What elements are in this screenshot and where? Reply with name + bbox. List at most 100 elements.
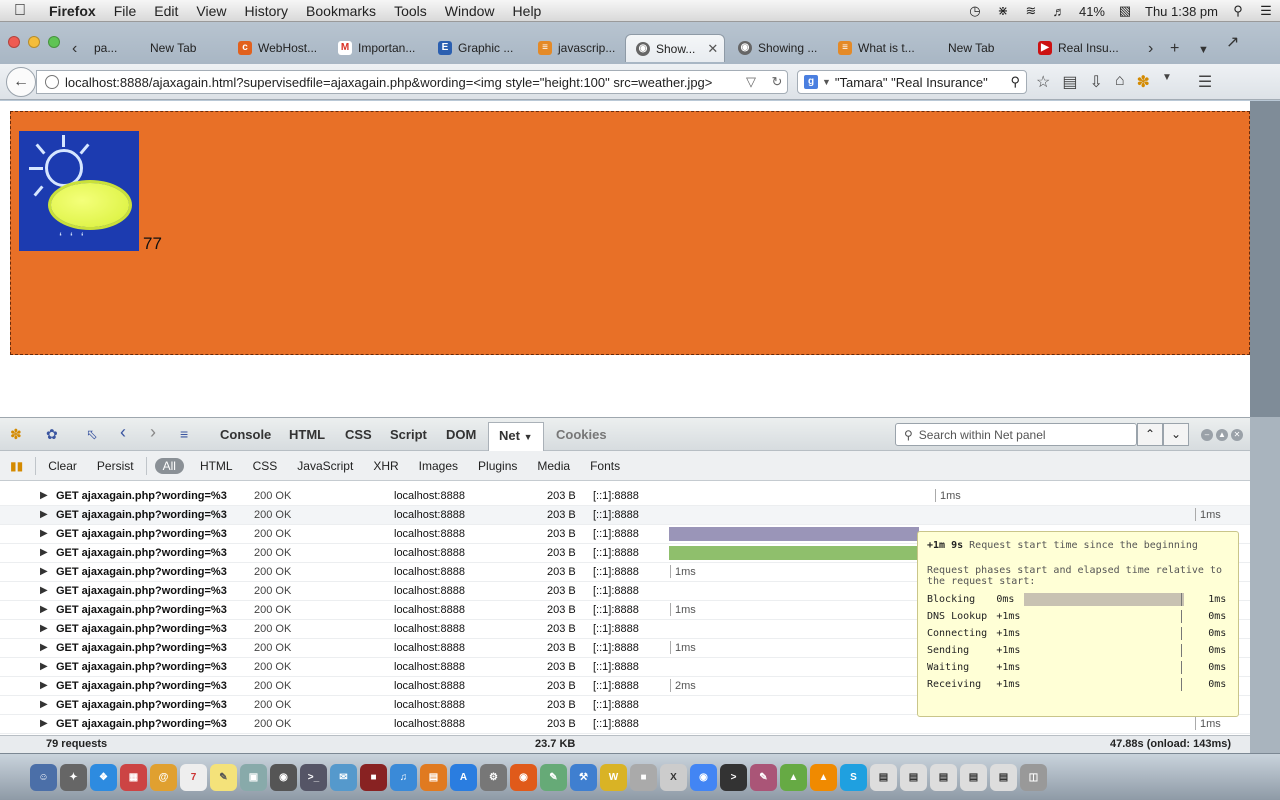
request-url[interactable]: GET ajaxagain.php?wording=%3 [56,490,227,502]
preview-icon[interactable]: ▣ [240,763,267,791]
expand-twisty-icon[interactable]: ▶ [40,642,48,653]
request-url[interactable]: GET ajaxagain.php?wording=%3 [56,623,227,635]
launchpad-icon[interactable]: ✦ [60,763,87,791]
tab-new-tab-2[interactable]: New Tab [938,34,1028,62]
back-arrow-icon[interactable]: ‹ [120,422,126,443]
messages-icon[interactable]: ✉ [330,763,357,791]
request-url[interactable]: GET ajaxagain.php?wording=%3 [56,566,227,578]
bookmark-star-icon[interactable]: ☆ [1036,72,1050,92]
firebug-close-icon[interactable]: ✕ [1231,429,1243,441]
battery-icon[interactable]: ▧ [1117,3,1133,19]
mail-stamp-icon[interactable]: @ [150,763,177,791]
firebug-dropdown-icon[interactable]: ▼ [1162,72,1172,92]
zoom-window-button[interactable] [48,36,60,48]
request-url[interactable]: GET ajaxagain.php?wording=%3 [56,528,227,540]
table-row[interactable]: ▶ GET ajaxagain.php?wording=%3 200 OK lo… [0,487,1250,506]
scroll-tabs-left-icon[interactable]: ‹ [72,40,77,58]
expand-twisty-icon[interactable]: ▶ [40,509,48,520]
net-dropdown-icon[interactable]: ▼ [524,432,533,442]
tab-script[interactable]: Script [390,427,427,442]
net-search-input[interactable]: ⚲ Search within Net panel [895,423,1137,446]
battery-percentage[interactable]: 41% [1079,4,1105,19]
finder-icon[interactable]: ☺ [30,763,57,791]
inspect-bug-icon[interactable]: ✿ [46,426,58,443]
fullscreen-icon[interactable]: ↗ [1226,32,1239,52]
request-url[interactable]: GET ajaxagain.php?wording=%3 [56,509,227,521]
request-url[interactable]: GET ajaxagain.php?wording=%3 [56,604,227,616]
chrome-icon[interactable]: ◉ [690,763,717,791]
trash-icon[interactable]: ◫ [1020,763,1047,791]
app-store-icon[interactable]: A [450,763,477,791]
expand-twisty-icon[interactable]: ▶ [40,528,48,539]
camera-icon[interactable]: ◉ [270,763,297,791]
skype-icon[interactable]: S [840,763,867,791]
request-url[interactable]: GET ajaxagain.php?wording=%3 [56,718,227,730]
bluetooth-icon[interactable]: ⋇ [995,3,1011,19]
tab-html[interactable]: HTML [289,427,325,442]
firebug-minimize-icon[interactable]: – [1201,429,1213,441]
menu-edit[interactable]: Edit [145,3,187,19]
tab-showing[interactable]: ◉ Showing ... [728,34,828,62]
persist-toggle-icon[interactable]: ▮▮ [0,459,33,473]
firebug-icon[interactable]: ✽ [1137,72,1150,92]
address-bar[interactable]: localhost:8888/ajaxagain.html?supervised… [36,70,788,94]
list-all-tabs-icon[interactable]: ▼ [1198,44,1209,56]
tab-what-is[interactable]: ≡ What is t... [828,34,928,62]
stickies-icon[interactable]: ✎ [210,763,237,791]
itunes-icon[interactable]: ♫ [390,763,417,791]
utility-icon[interactable]: ■ [630,763,657,791]
tab-javascript[interactable]: ≡ javascrip... [528,34,628,62]
wifi-icon[interactable]: ≋ [1023,3,1039,19]
reload-icon[interactable]: ↻ [767,74,787,90]
menu-view[interactable]: View [187,3,235,19]
new-tab-plus-icon[interactable]: + [1170,40,1179,58]
bookmarks-list-icon[interactable]: ▤ [1062,72,1077,92]
filter-xhr[interactable]: XHR [363,459,408,473]
terminal-icon[interactable]: >_ [300,763,327,791]
request-url[interactable]: GET ajaxagain.php?wording=%3 [56,642,227,654]
apple-menu-icon[interactable]:  [0,2,40,20]
expand-twisty-icon[interactable]: ▶ [40,547,48,558]
menu-hamburger-icon[interactable]: ☰ [1198,72,1212,92]
system-preferences-icon[interactable]: ⚙ [480,763,507,791]
menu-file[interactable]: File [105,3,146,19]
safari-icon[interactable]: ❖ [90,763,117,791]
persist-button[interactable]: Persist [87,459,144,473]
tab-css[interactable]: CSS [345,427,372,442]
forward-arrow-icon[interactable]: › [150,422,156,443]
notification-center-icon[interactable]: ☰ [1258,3,1274,19]
spotlight-search-icon[interactable]: ⚲ [1230,3,1246,19]
search-query[interactable]: "Tamara" "Real Insurance" [835,75,1007,90]
request-url[interactable]: GET ajaxagain.php?wording=%3 [56,661,227,673]
minimize-window-button[interactable] [28,36,40,48]
tab-dom[interactable]: DOM [446,427,476,442]
text-editor-icon[interactable]: ✎ [540,763,567,791]
expand-twisty-icon[interactable]: ▶ [40,604,48,615]
url-text[interactable]: localhost:8888/ajaxagain.html?supervised… [65,75,735,90]
ibooks-icon[interactable]: ▤ [420,763,447,791]
table-row[interactable]: ▶ GET ajaxagain.php?wording=%3 200 OK lo… [0,715,1250,734]
downloads-icon[interactable]: ⇩ [1089,72,1102,92]
search-prev-button[interactable]: ⌃ [1137,423,1163,446]
tab-show-active[interactable]: ◉ Show... ✕ [625,34,725,62]
xcode-icon[interactable]: ⚒ [570,763,597,791]
filter-fonts[interactable]: Fonts [580,459,630,473]
history-dropdown-icon[interactable]: ▽ [741,74,761,90]
request-url[interactable]: GET ajaxagain.php?wording=%3 [56,680,227,692]
time-machine-icon[interactable]: ◷ [967,3,983,19]
tab-real-insurance[interactable]: ▶ Real Insu... [1028,34,1128,62]
console-icon[interactable]: > [720,763,747,791]
request-url[interactable]: GET ajaxagain.php?wording=%3 [56,585,227,597]
tab-graphic[interactable]: E Graphic ... [428,34,528,62]
x11-icon[interactable]: X [660,763,687,791]
calendar-icon[interactable]: 7 [180,763,207,791]
tab-webhost[interactable]: c WebHost... [228,34,328,62]
inspect-element-icon[interactable]: ⬁ [86,426,98,443]
expand-twisty-icon[interactable]: ▶ [40,585,48,596]
document-icon[interactable]: ▤ [900,763,927,791]
tab-console[interactable]: Console [220,427,271,442]
menu-help[interactable]: Help [504,3,551,19]
table-row[interactable]: ▶ GET ajaxagain.php?wording=%3 200 OK lo… [0,506,1250,525]
expand-twisty-icon[interactable]: ▶ [40,566,48,577]
filter-plugins[interactable]: Plugins [468,459,527,473]
